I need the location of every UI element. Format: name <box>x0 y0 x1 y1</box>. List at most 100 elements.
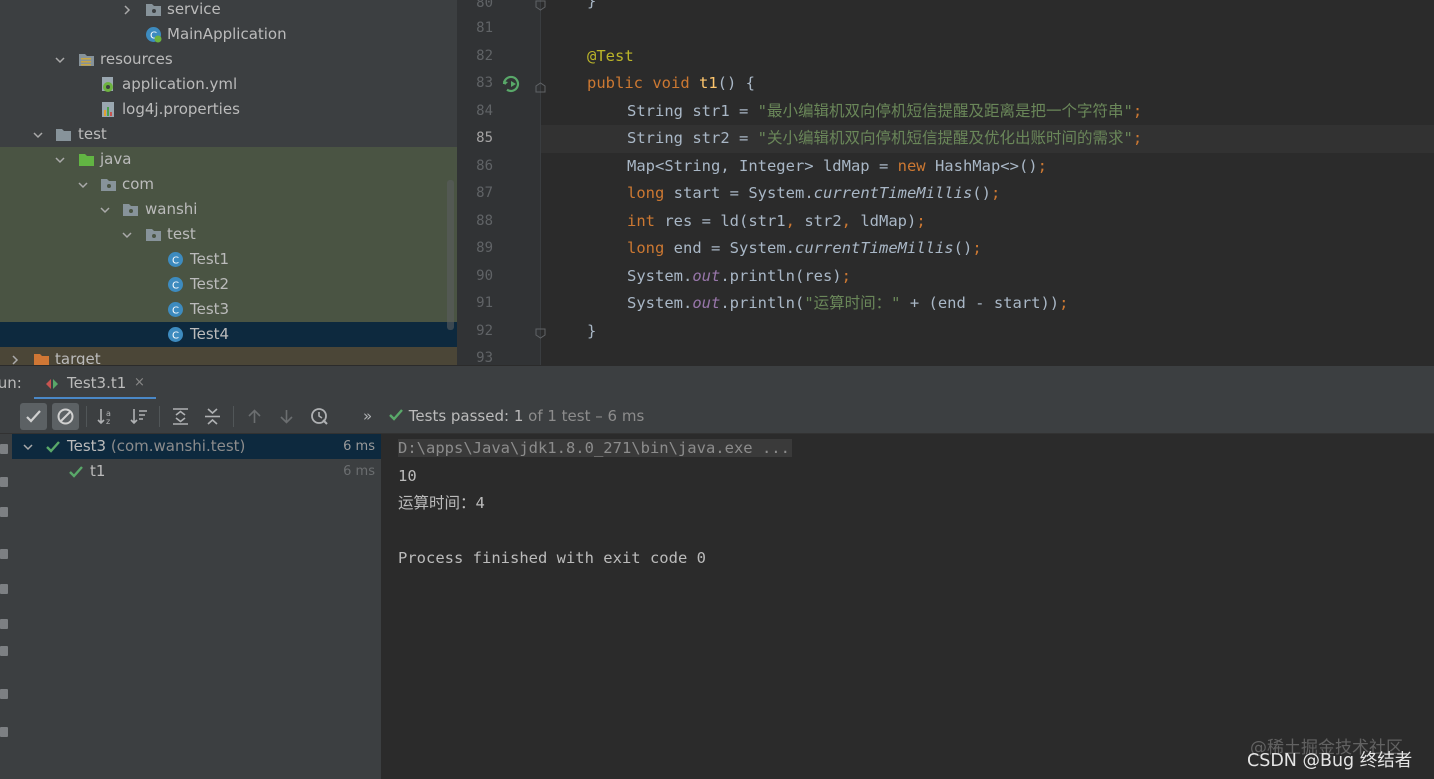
collapse-all-button[interactable] <box>199 403 226 430</box>
code-token: } <box>587 321 597 340</box>
code-keyword: public void <box>587 74 699 92</box>
fold-marker-icon[interactable] <box>535 79 546 93</box>
code-line-92[interactable]: } <box>587 318 596 346</box>
settings-icon[interactable] <box>0 619 8 629</box>
tree-item-wanshi[interactable]: wanshi <box>0 197 457 222</box>
code-token: , <box>785 211 805 230</box>
tree-item-test-root[interactable]: test <box>0 122 457 147</box>
console-line: D:\apps\Java\jdk1.8.0_271\bin\java.exe .… <box>398 435 792 463</box>
chevron-down-icon[interactable] <box>78 172 90 197</box>
tree-item-com[interactable]: com <box>0 172 457 197</box>
fold-marker-icon[interactable] <box>535 325 546 339</box>
export-icon[interactable] <box>0 727 8 737</box>
layout-icon[interactable] <box>0 646 8 656</box>
code-line-88[interactable]: int res = ld(str1, str2, ldMap); <box>627 208 926 236</box>
code-token: System. <box>627 294 693 312</box>
line-number: 88 <box>476 212 493 229</box>
console-output[interactable]: D:\apps\Java\jdk1.8.0_271\bin\java.exe .… <box>383 434 1434 779</box>
pin-icon[interactable] <box>0 584 8 594</box>
tree-item-test-package[interactable]: test <box>0 222 457 247</box>
code-line-83[interactable]: public void t1() { <box>587 70 755 98</box>
chevron-down-icon[interactable] <box>122 222 134 247</box>
package-folder-icon <box>145 226 162 243</box>
chevron-down-icon[interactable] <box>100 197 112 222</box>
run-toolbar: az » Tests passed: 1 of 1 test – 6 ms <box>0 399 1434 434</box>
tree-item-application-yml[interactable]: application.yml <box>0 72 457 97</box>
tree-item-test4[interactable]: C Test4 <box>0 322 457 347</box>
code-editor[interactable]: 80 81 82 83 84 85 86 87 88 89 90 91 92 9… <box>457 0 1434 365</box>
stop-icon[interactable] <box>0 549 8 559</box>
code-line-82[interactable]: @Test <box>587 43 634 71</box>
run-label: Run: <box>0 374 22 392</box>
run-test-gutter-icon[interactable] <box>501 74 521 94</box>
code-static-method: currentTimeMillis <box>795 239 954 257</box>
code-line-85[interactable]: String str2 = "关小编辑机双向停机短信提醒及优化出账时间的需求"; <box>627 125 1142 153</box>
tree-item-label: log4j.properties <box>122 100 240 118</box>
properties-file-icon <box>100 101 117 118</box>
print-icon[interactable] <box>0 689 8 699</box>
tree-item-resources[interactable]: resources <box>0 47 457 72</box>
test-history-button[interactable] <box>306 403 333 430</box>
fold-marker-icon[interactable] <box>535 0 546 11</box>
debug-icon[interactable] <box>0 477 8 487</box>
test-method-row[interactable]: t1 6 ms <box>12 459 381 484</box>
tree-item-test3[interactable]: C Test3 <box>0 297 457 322</box>
tree-item-target[interactable]: target <box>0 347 457 365</box>
code-annotation: @Test <box>587 46 634 65</box>
code-line-87[interactable]: long start = System.currentTimeMillis(); <box>627 180 1000 208</box>
code-static-field: out <box>692 266 721 285</box>
refresh-icon[interactable] <box>0 507 8 517</box>
code-line-84[interactable]: String str1 = "最小编辑机双向停机短信提醒及距离是把一个字符串"; <box>627 98 1142 126</box>
run-side-toolbar <box>0 434 12 779</box>
sort-by-duration-button[interactable] <box>126 403 153 430</box>
show-passed-button[interactable] <box>20 403 47 430</box>
show-ignored-button[interactable] <box>52 403 79 430</box>
code-token: ; <box>1059 294 1069 312</box>
svg-text:C: C <box>172 281 179 292</box>
next-failed-button[interactable] <box>273 403 300 430</box>
java-class-icon: C <box>167 251 184 268</box>
test-class-name: Test3 <box>67 437 107 455</box>
code-token: () { <box>717 74 755 92</box>
chevron-right-icon[interactable] <box>10 347 22 365</box>
tree-item-log4j-properties[interactable]: log4j.properties <box>0 97 457 122</box>
chevron-down-icon[interactable] <box>23 442 33 452</box>
code-line-90[interactable]: System.out.println(res); <box>627 263 851 291</box>
chevron-right-icon[interactable] <box>122 0 134 22</box>
status-suffix: of 1 test – 6 ms <box>523 407 645 425</box>
tree-item-test2[interactable]: C Test2 <box>0 272 457 297</box>
chevron-down-icon[interactable] <box>55 47 67 72</box>
tree-item-mainapplication[interactable]: C MainApplication <box>0 22 457 47</box>
code-string: "运算时间：" <box>804 294 901 312</box>
code-line-91[interactable]: System.out.println("运算时间：" + (end - star… <box>627 290 1068 318</box>
chevron-down-icon[interactable] <box>55 147 67 172</box>
code-string: "最小编辑机双向停机短信提醒及距离是把一个字符串" <box>757 101 1133 120</box>
line-number: 86 <box>476 157 493 174</box>
code-line-86[interactable]: Map<String, Integer> ldMap = new HashMap… <box>627 153 1047 181</box>
tree-item-service[interactable]: service <box>0 0 457 22</box>
tree-item-java[interactable]: java <box>0 147 457 172</box>
code-line-80[interactable]: } <box>587 0 596 16</box>
project-scrollbar[interactable] <box>447 180 454 330</box>
previous-failed-button[interactable] <box>241 403 268 430</box>
test-class-row[interactable]: Test3 (com.wanshi.test) 6 ms <box>12 434 381 459</box>
chevron-down-icon[interactable] <box>33 122 45 147</box>
test-class-package: (com.wanshi.test) <box>106 437 246 455</box>
code-line-89[interactable]: long end = System.currentTimeMillis(); <box>627 235 982 263</box>
line-number: 93 <box>476 350 493 365</box>
run-tab[interactable]: Test3.t1 × <box>34 366 156 400</box>
folder-icon <box>55 126 72 143</box>
toolbar-separator <box>233 406 234 427</box>
tree-item-label: java <box>100 150 132 168</box>
code-token: Map<String, Integer> ldMap = <box>627 156 898 175</box>
sort-alphabetically-button[interactable]: az <box>93 403 120 430</box>
package-folder-icon <box>100 176 117 193</box>
expand-all-button[interactable] <box>167 403 194 430</box>
toolbar-overflow-button[interactable]: » <box>363 399 372 434</box>
expand-all-icon <box>173 408 188 425</box>
rerun-icon[interactable] <box>0 444 8 454</box>
code-keyword: int <box>627 211 665 230</box>
console-command-line[interactable]: D:\apps\Java\jdk1.8.0_271\bin\java.exe .… <box>398 439 792 457</box>
tree-item-test1[interactable]: C Test1 <box>0 247 457 272</box>
close-icon[interactable]: × <box>134 366 145 400</box>
